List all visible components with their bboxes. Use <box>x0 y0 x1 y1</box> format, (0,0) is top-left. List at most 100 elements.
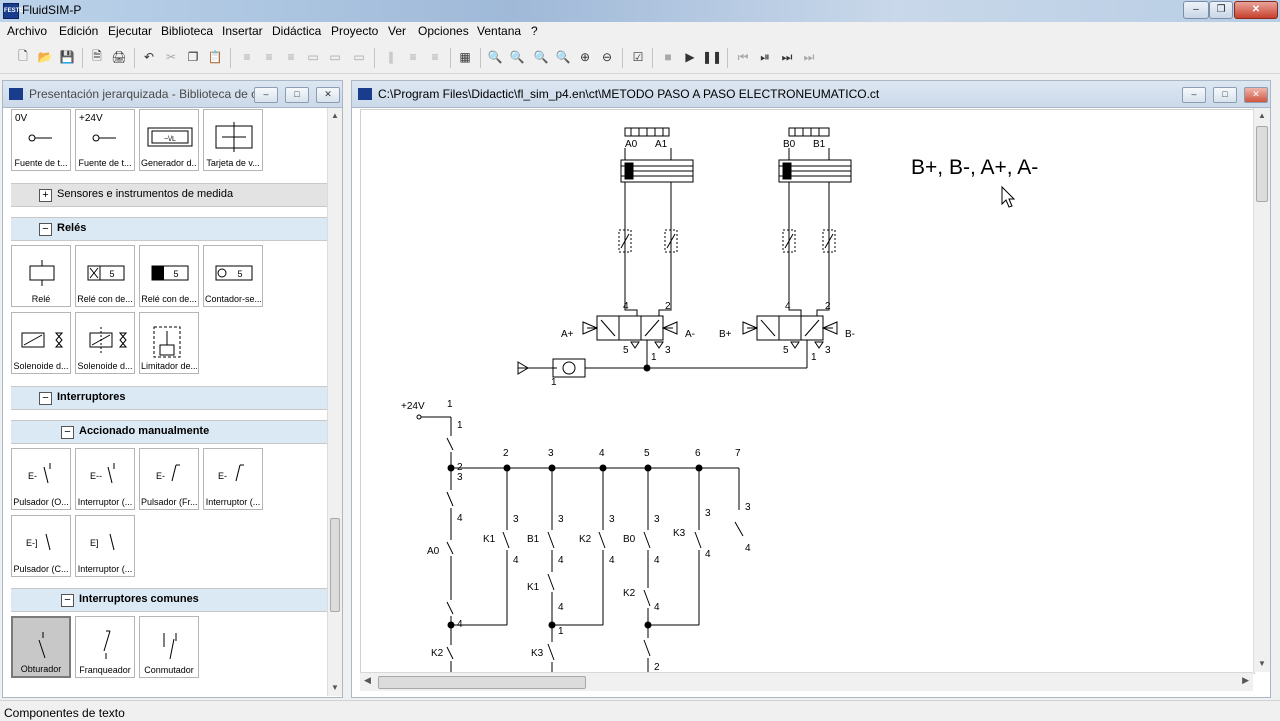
library-tile[interactable]: Franqueador <box>75 616 135 678</box>
menu-help[interactable]: ? <box>531 24 538 38</box>
scroll-up-icon[interactable]: ▲ <box>328 108 342 124</box>
scroll-thumb[interactable] <box>330 518 340 612</box>
library-close-button[interactable]: ✕ <box>316 87 340 103</box>
library-tile[interactable]: Relé <box>11 245 71 307</box>
distribute-v-icon[interactable]: ≡ <box>404 48 422 66</box>
distribute-h-icon[interactable]: ∥ <box>382 48 400 66</box>
zoom-previous-icon[interactable]: 🔍 <box>554 48 572 66</box>
library-tile[interactable]: +24V Fuente de t... <box>75 109 135 171</box>
cut-icon[interactable]: ✂ <box>162 48 180 66</box>
library-tile[interactable]: 5 Relé con de... <box>139 245 199 307</box>
library-minimize-button[interactable]: – <box>254 87 278 103</box>
library-tile[interactable]: Solenoide d... <box>11 312 71 374</box>
scroll-left-icon[interactable]: ◀ <box>364 675 371 686</box>
open-folder-icon[interactable]: 📂 <box>36 48 54 66</box>
library-tile[interactable]: E- Pulsador (Fr... <box>139 448 199 510</box>
menu-ejecutar[interactable]: Ejecutar <box>108 24 152 38</box>
align-center-icon[interactable]: ≡ <box>260 48 278 66</box>
svg-text:4: 4 <box>599 448 605 459</box>
group-interruptores[interactable]: − Interruptores <box>11 386 327 410</box>
stop-icon[interactable]: ■ <box>659 48 677 66</box>
align-bottom-icon[interactable]: ▭ <box>350 48 368 66</box>
svg-text:3: 3 <box>705 508 711 519</box>
zoom-out-icon[interactable]: ⊖ <box>598 48 616 66</box>
align-left-icon[interactable]: ≡ <box>238 48 256 66</box>
library-tile[interactable]: E- Interruptor (... <box>203 448 263 510</box>
expand-icon[interactable]: + <box>39 189 52 202</box>
circuit-canvas[interactable]: A0 A1 B0 B1 4 2 4 2 5 1 3 5 1 3 A+ A- B+… <box>360 109 1255 674</box>
library-maximize-button[interactable]: □ <box>285 87 309 103</box>
menu-didactica[interactable]: Didáctica <box>272 24 321 38</box>
drawing-minimize-button[interactable]: – <box>1182 87 1206 103</box>
menu-archivo[interactable]: Archivo <box>7 24 47 38</box>
align-middle-icon[interactable]: ▭ <box>326 48 344 66</box>
scroll-up-icon[interactable]: ▲ <box>1254 108 1270 124</box>
align-right-icon[interactable]: ≡ <box>282 48 300 66</box>
undo-icon[interactable]: ↶ <box>140 48 158 66</box>
library-tile[interactable]: E-- Interruptor (... <box>75 448 135 510</box>
library-tile[interactable]: 5 Contador-se... <box>203 245 263 307</box>
library-tile-selected[interactable]: Obturador <box>11 616 71 678</box>
menu-ventana[interactable]: Ventana <box>477 24 521 38</box>
step-icon[interactable]: ⏯ <box>756 48 774 66</box>
fast-forward-icon[interactable]: ⏭ <box>800 48 818 66</box>
group-accionado-manualmente[interactable]: − Accionado manualmente <box>11 420 327 444</box>
pause-icon[interactable]: ❚❚ <box>702 48 722 66</box>
svg-text:E]: E] <box>90 538 99 548</box>
step-forward-icon[interactable]: ⏭ <box>778 48 796 66</box>
drawing-maximize-button[interactable]: □ <box>1213 87 1237 103</box>
menu-opciones[interactable]: Opciones <box>418 24 469 38</box>
grid-icon[interactable]: ▦ <box>456 48 474 66</box>
rotate-icon[interactable]: ≡ <box>426 48 444 66</box>
collapse-icon[interactable]: − <box>39 392 52 405</box>
library-tile[interactable]: Limitador de... <box>139 312 199 374</box>
maximize-button[interactable]: ❐ <box>1209 1 1233 19</box>
library-tile[interactable]: ~\/L Generador d... <box>139 109 199 171</box>
menu-biblioteca[interactable]: Biblioteca <box>161 24 213 38</box>
library-tile[interactable]: Solenoide d... <box>75 312 135 374</box>
library-tile[interactable]: E- Pulsador (O... <box>11 448 71 510</box>
library-tile[interactable]: 0V Fuente de t... <box>11 109 71 171</box>
group-interruptores-comunes[interactable]: − Interruptores comunes <box>11 588 327 612</box>
library-tile[interactable]: E] Interruptor (... <box>75 515 135 577</box>
library-scrollbar[interactable]: ▲ ▼ <box>327 108 342 696</box>
minimize-button[interactable]: – <box>1183 1 1209 19</box>
copy-icon[interactable]: ❐ <box>184 48 202 66</box>
scroll-thumb[interactable] <box>1256 126 1268 202</box>
menu-proyecto[interactable]: Proyecto <box>331 24 378 38</box>
menu-edicion[interactable]: Edición <box>59 24 98 38</box>
collapse-icon[interactable]: − <box>39 223 52 236</box>
scroll-down-icon[interactable]: ▼ <box>1254 656 1270 672</box>
drawing-hscrollbar[interactable]: ◀ ▶ <box>360 672 1253 691</box>
print-preview-icon[interactable]: 🗎 <box>88 48 106 66</box>
menu-insertar[interactable]: Insertar <box>222 24 263 38</box>
library-tile[interactable]: 5 Relé con de... <box>75 245 135 307</box>
menu-ver[interactable]: Ver <box>388 24 406 38</box>
play-icon[interactable]: ▶ <box>681 48 699 66</box>
print-icon[interactable]: 🖨 <box>110 48 128 66</box>
collapse-icon[interactable]: − <box>61 594 74 607</box>
drawing-vscrollbar[interactable]: ▲ ▼ <box>1253 108 1270 672</box>
align-top-icon[interactable]: ▭ <box>304 48 322 66</box>
tile-label: Pulsador (Fr... <box>141 497 197 507</box>
drawing-close-button[interactable]: ✕ <box>1244 87 1268 103</box>
paste-icon[interactable]: 📋 <box>206 48 224 66</box>
save-icon[interactable]: 💾 <box>58 48 76 66</box>
library-tile[interactable]: E-] Pulsador (C... <box>11 515 71 577</box>
library-tile[interactable]: Conmutador <box>139 616 199 678</box>
scroll-thumb[interactable] <box>378 676 586 689</box>
group-reles[interactable]: − Relés <box>11 217 327 241</box>
zoom-in-icon[interactable]: ⊕ <box>576 48 594 66</box>
zoom-1-icon[interactable]: 🔍 <box>486 48 504 66</box>
scroll-down-icon[interactable]: ▼ <box>328 680 342 696</box>
group-sensores[interactable]: + Sensores e instrumentos de medida <box>11 183 327 207</box>
collapse-icon[interactable]: − <box>61 426 74 439</box>
check-drawing-icon[interactable]: ☑ <box>629 48 647 66</box>
close-button[interactable]: ✕ <box>1234 1 1278 19</box>
scroll-right-icon[interactable]: ▶ <box>1242 675 1249 686</box>
zoom-window-icon[interactable]: 🔍 <box>532 48 550 66</box>
library-tile[interactable]: Tarjeta de v... <box>203 109 263 171</box>
zoom-fit-icon[interactable]: 🔍 <box>508 48 526 66</box>
reset-icon[interactable]: ⏮ <box>734 48 752 66</box>
new-file-icon[interactable]: 🗋 <box>14 48 32 66</box>
